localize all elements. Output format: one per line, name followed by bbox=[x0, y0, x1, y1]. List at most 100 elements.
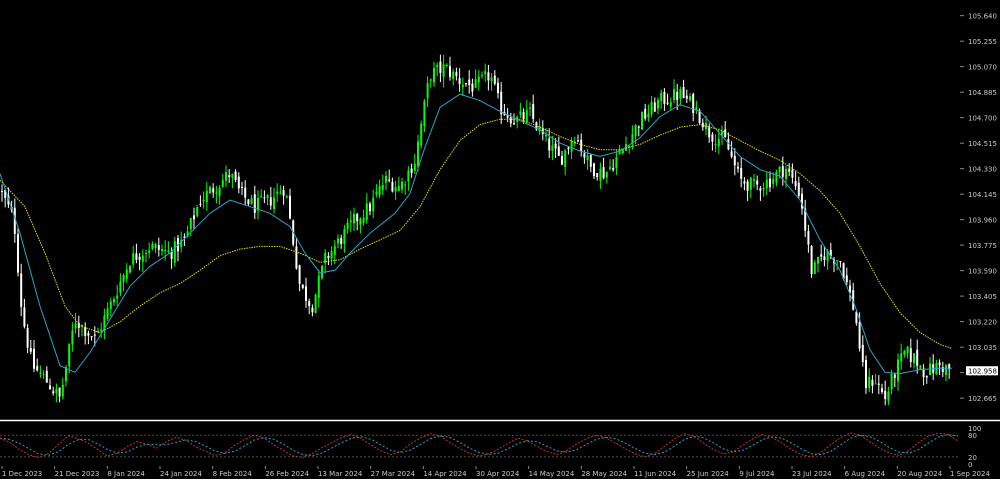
candle-body bbox=[141, 255, 144, 262]
candle-body bbox=[346, 222, 349, 230]
x-tick-label: 6 Aug 2024 bbox=[845, 470, 886, 478]
candle-body bbox=[765, 179, 768, 189]
candle-body bbox=[215, 192, 218, 194]
y-tick-label: 104.885 bbox=[968, 89, 997, 97]
candle-body bbox=[93, 334, 96, 336]
candle-body bbox=[660, 92, 663, 101]
candle-body bbox=[135, 253, 138, 260]
oscillator-tick-label: 80 bbox=[968, 432, 977, 440]
candle-body bbox=[404, 184, 407, 186]
candle-body bbox=[743, 181, 746, 184]
candle-body bbox=[26, 328, 29, 348]
candle-body bbox=[522, 112, 525, 120]
candle-body bbox=[154, 244, 157, 248]
candle bbox=[865, 355, 867, 394]
candle-body bbox=[593, 163, 595, 177]
candle-body bbox=[317, 275, 320, 298]
candle-body bbox=[17, 234, 19, 273]
y-tick-label: 104.700 bbox=[968, 115, 997, 123]
candle-body bbox=[596, 173, 599, 178]
x-tick-label: 21 Dec 2023 bbox=[55, 470, 100, 478]
candle-body bbox=[868, 376, 871, 389]
candle-body bbox=[381, 184, 384, 190]
candle-body bbox=[145, 253, 147, 255]
candle-body bbox=[874, 383, 877, 385]
y-tick-label: 104.515 bbox=[968, 140, 997, 148]
candle-body bbox=[167, 250, 170, 252]
current-price-label: 102.958 bbox=[966, 366, 998, 376]
candle-body bbox=[129, 266, 131, 273]
candle-body bbox=[413, 163, 416, 171]
candle-body bbox=[746, 181, 749, 191]
candle-body bbox=[481, 75, 483, 77]
candle-body bbox=[391, 181, 394, 192]
candle-body bbox=[58, 387, 61, 397]
candle-body bbox=[372, 197, 375, 212]
candle-body bbox=[836, 260, 839, 262]
candle-body bbox=[282, 190, 285, 196]
candle-body bbox=[289, 195, 291, 219]
candle-body bbox=[429, 79, 432, 81]
chart: 105.640 105.255 105.070 104.885 104.700 104.5… bbox=[0, 0, 1000, 479]
candle-body bbox=[788, 168, 791, 172]
candle-body bbox=[1, 191, 3, 193]
candle-body bbox=[74, 323, 77, 329]
candle-body bbox=[612, 168, 615, 170]
candle-body bbox=[452, 71, 455, 80]
candle-body bbox=[775, 171, 778, 183]
candle-body bbox=[212, 188, 215, 193]
x-tick-label: 27 Mar 2024 bbox=[371, 470, 416, 478]
candle-body bbox=[909, 348, 912, 362]
x-tick-label: 11 Jun 2024 bbox=[634, 470, 677, 478]
candle-body bbox=[477, 76, 480, 83]
candle-body bbox=[676, 91, 679, 100]
candle-body bbox=[90, 336, 93, 338]
candle-body bbox=[913, 353, 915, 364]
candle-body bbox=[500, 91, 503, 115]
candle-body bbox=[609, 166, 611, 170]
candle-body bbox=[263, 197, 266, 199]
y-tick-label: 103.035 bbox=[968, 344, 997, 352]
candle-body bbox=[577, 140, 579, 142]
candle-body bbox=[717, 138, 720, 146]
candle-body bbox=[666, 102, 669, 104]
candle-body bbox=[465, 83, 467, 85]
candle-body bbox=[298, 265, 301, 284]
candle-body bbox=[234, 171, 237, 181]
candle-body bbox=[605, 171, 608, 178]
candle-body bbox=[87, 333, 90, 336]
oscillator-tick-label: 0 bbox=[968, 461, 972, 469]
candle-body bbox=[823, 256, 826, 261]
candle-body bbox=[903, 350, 906, 355]
candle-body bbox=[148, 250, 151, 253]
candle-body bbox=[634, 125, 637, 137]
candle-body bbox=[900, 353, 903, 362]
candle-body bbox=[529, 107, 531, 109]
candle-body bbox=[23, 307, 26, 327]
candle-body bbox=[580, 139, 583, 152]
candle-body bbox=[49, 385, 51, 390]
candle-body bbox=[269, 197, 272, 206]
candle-body bbox=[193, 215, 195, 220]
candle-body bbox=[730, 151, 733, 157]
candle-body bbox=[189, 217, 192, 230]
candle-body bbox=[308, 301, 311, 306]
candle-body bbox=[285, 196, 288, 198]
candle bbox=[129, 264, 131, 274]
x-tick-label: 1 Dec 2023 bbox=[2, 470, 42, 478]
candle-body bbox=[893, 374, 896, 378]
candle-body bbox=[157, 245, 160, 250]
y-tick-label: 105.255 bbox=[968, 38, 997, 46]
candle-body bbox=[458, 78, 461, 85]
x-tick-label: 24 Jan 2024 bbox=[160, 470, 203, 478]
candle-body bbox=[548, 138, 551, 151]
candle-body bbox=[45, 370, 48, 383]
candle-body bbox=[839, 261, 842, 263]
candle-body bbox=[554, 143, 557, 149]
candle-body bbox=[33, 348, 35, 369]
candle-body bbox=[509, 117, 512, 124]
candle-body bbox=[663, 92, 666, 104]
candle-body bbox=[241, 186, 243, 188]
x-tick-label: 23 Jul 2024 bbox=[792, 470, 832, 478]
candle-body bbox=[887, 391, 890, 401]
